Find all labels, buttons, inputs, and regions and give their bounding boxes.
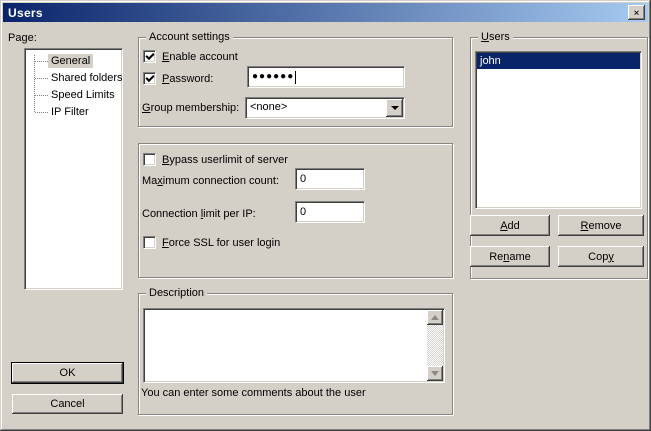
password-label: Password: — [162, 73, 213, 85]
tree-connector-stub — [35, 95, 48, 96]
tree-item-label[interactable]: IP Filter — [48, 105, 92, 119]
users-dialog: Users Page: General Shared folders Speed… — [0, 0, 651, 431]
group-membership-select[interactable]: <none> — [245, 97, 405, 119]
enable-account-row: Enable account — [143, 49, 238, 64]
tree-item-label[interactable]: General — [48, 54, 93, 68]
add-button[interactable]: Add — [470, 215, 550, 236]
connection-per-ip-input[interactable]: 0 — [295, 201, 365, 223]
force-ssl-row: Force SSL for user login — [143, 235, 280, 250]
tree-item-label[interactable]: Speed Limits — [48, 88, 118, 102]
window-title: Users — [8, 6, 43, 20]
tree-item-shared-folders[interactable]: Shared folders — [27, 70, 120, 86]
tree-item-speed-limits[interactable]: Speed Limits — [27, 87, 120, 103]
max-connection-label: Maximum connection count: — [142, 174, 279, 188]
password-row: Password: — [143, 71, 213, 86]
user-name: john — [480, 55, 501, 67]
remove-button[interactable]: Remove — [558, 215, 644, 236]
force-ssl-label: Force SSL for user login — [162, 237, 280, 249]
connection-per-ip-label: Connection limit per IP: — [142, 207, 256, 221]
description-hint: You can enter some comments about the us… — [141, 386, 366, 400]
check-icon — [145, 73, 154, 82]
tree-connector-stub — [35, 61, 48, 62]
group-membership-value: <none> — [250, 101, 287, 113]
scroll-up-button[interactable] — [427, 310, 443, 325]
titlebar[interactable]: Users — [3, 3, 648, 22]
enable-account-label: Enable account — [162, 51, 238, 63]
close-icon — [634, 9, 639, 17]
tree-item-label[interactable]: Shared folders — [48, 71, 126, 85]
account-settings-caption: Account settings — [146, 31, 233, 44]
rename-button[interactable]: Rename — [470, 246, 550, 267]
tree-item-general[interactable]: General — [27, 53, 120, 69]
users-listbox[interactable]: john — [475, 51, 642, 209]
copy-button[interactable]: Copy — [558, 246, 644, 267]
bypass-userlimit-label: Bypass userlimit of server — [162, 154, 288, 166]
arrow-up-icon — [431, 311, 439, 320]
tree-connector-stub — [35, 78, 48, 79]
close-button[interactable] — [628, 5, 645, 20]
description-textarea[interactable] — [143, 308, 445, 383]
max-connection-input[interactable]: 0 — [295, 168, 365, 190]
cancel-button[interactable]: Cancel — [12, 394, 123, 414]
password-value: ●●●●●● — [252, 72, 294, 82]
password-input[interactable]: ●●●●●● — [247, 66, 405, 88]
text-caret — [295, 71, 296, 84]
connection-per-ip-value: 0 — [300, 206, 306, 218]
description-caption: Description — [146, 287, 207, 300]
chevron-down-icon — [391, 106, 399, 114]
bypass-userlimit-checkbox[interactable] — [143, 153, 156, 166]
scroll-down-button[interactable] — [427, 366, 443, 381]
page-label: Page: — [8, 31, 37, 45]
description-scrollbar[interactable] — [427, 310, 443, 381]
page-tree[interactable]: General Shared folders Speed Limits IP F… — [24, 48, 123, 290]
group-membership-label: Group membership: — [142, 101, 239, 115]
combo-dropdown-button[interactable] — [386, 99, 403, 117]
check-icon — [145, 51, 154, 60]
arrow-down-icon — [431, 371, 439, 380]
max-connection-value: 0 — [300, 173, 306, 185]
bypass-userlimit-row: Bypass userlimit of server — [143, 152, 288, 167]
users-caption: Users — [478, 31, 513, 44]
ok-button[interactable]: OK — [12, 363, 123, 383]
password-checkbox[interactable] — [143, 72, 156, 85]
user-list-item-john[interactable]: john — [477, 53, 640, 69]
force-ssl-checkbox[interactable] — [143, 236, 156, 249]
enable-account-checkbox[interactable] — [143, 50, 156, 63]
tree-connector-stub — [35, 112, 48, 113]
tree-item-ip-filter[interactable]: IP Filter — [27, 104, 120, 120]
